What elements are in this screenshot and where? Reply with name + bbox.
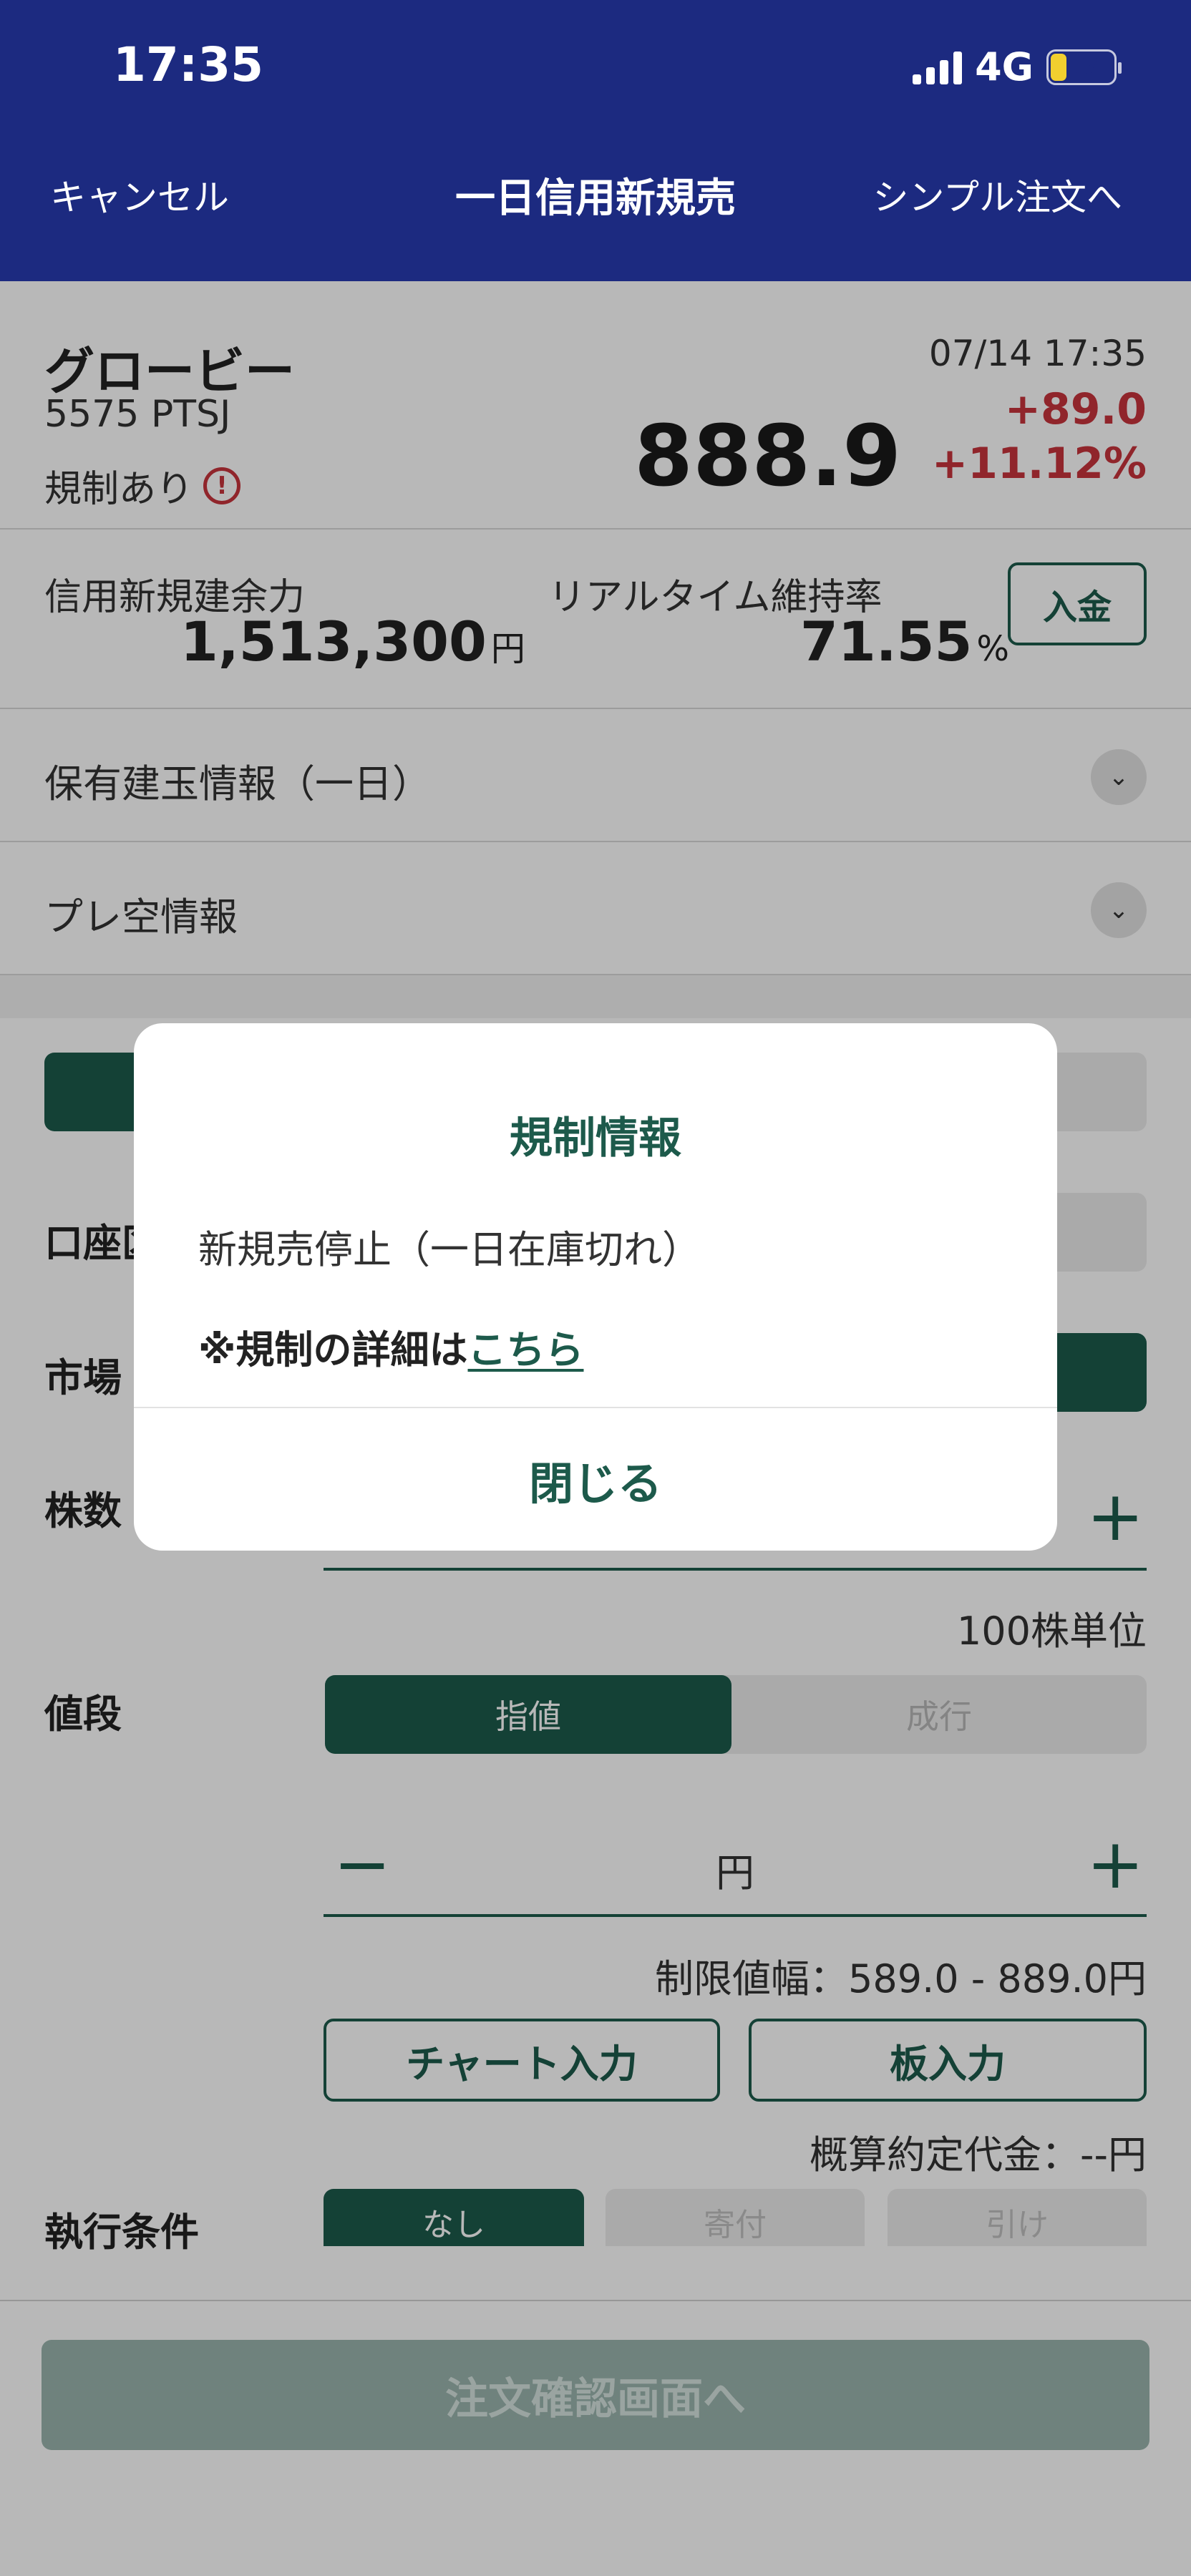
order-screen: 17:35 4G 17 キャンセル 一日信用新規売 シンプル注文へ グロービー … <box>0 0 1191 2576</box>
simple-order-button[interactable]: シンプル注文へ <box>873 169 1123 220</box>
dialog-title: 規制情報 <box>510 1113 681 1163</box>
status-icons: 4G 17 <box>913 44 1122 89</box>
status-time: 17:35 <box>113 37 264 92</box>
close-button[interactable]: 閉じる <box>134 1408 1057 1551</box>
regulation-details-link[interactable]: こちら <box>468 1327 584 1372</box>
dialog-message: 新規売停止（一日在庫切れ） <box>198 1227 701 1272</box>
signal-icon <box>913 50 963 84</box>
regulation-info-dialog: 規制情報 新規売停止（一日在庫切れ） ※規制の詳細はこちら 閉じる <box>134 1023 1057 1551</box>
dialog-note: ※規制の詳細はこちら <box>198 1327 584 1372</box>
battery-icon: 17 <box>1046 49 1122 85</box>
battery-level: 17 <box>1064 53 1099 82</box>
header: 17:35 4G 17 キャンセル 一日信用新規売 シンプル注文へ <box>0 0 1191 281</box>
network-type: 4G <box>975 44 1034 89</box>
